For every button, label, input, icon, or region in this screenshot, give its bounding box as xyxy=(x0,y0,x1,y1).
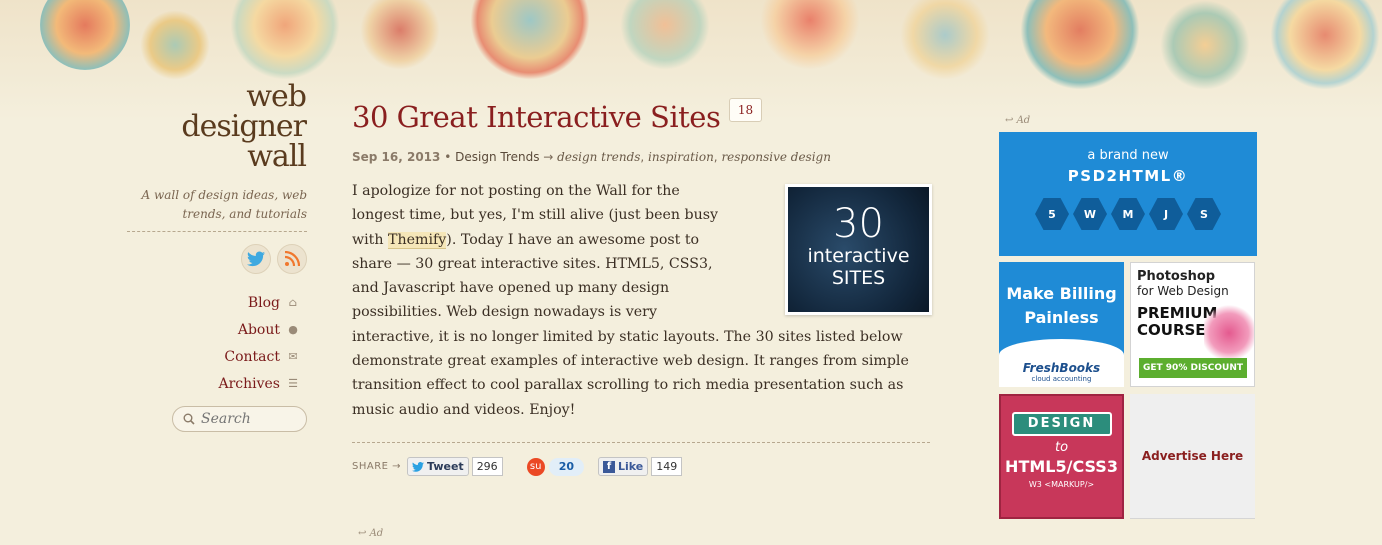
ad-marker-label: Ad xyxy=(1016,115,1031,126)
site-tagline: A wall of design ideas, web trends, and … xyxy=(141,188,308,221)
twitter-bird-icon xyxy=(247,251,265,267)
logo-line: designer xyxy=(181,109,307,144)
advertise-here-link[interactable]: Advertise Here xyxy=(1130,394,1255,519)
tweet-label: Tweet xyxy=(427,460,464,473)
ad-line: Painless xyxy=(1024,308,1099,327)
list-icon: ☰ xyxy=(288,377,298,390)
shopify-icon: S xyxy=(1187,198,1221,230)
comment-count[interactable]: 18 xyxy=(729,98,762,122)
post-meta: Sep 16, 2013 • Design Trends → design tr… xyxy=(352,150,831,164)
social-links xyxy=(241,244,307,274)
nav-item-blog[interactable]: Blog ⌂ xyxy=(218,289,300,316)
html5-icon: 5 xyxy=(1035,198,1069,230)
ad-photoshop-course[interactable]: Photoshop for Web Design PREMIUM COURSE … xyxy=(1130,262,1255,387)
share-label: SHARE → xyxy=(352,461,402,472)
nav-label: Blog xyxy=(247,294,280,311)
user-icon: ● xyxy=(288,323,298,336)
twitter-button[interactable] xyxy=(241,244,271,274)
ad-psd2html[interactable]: a brand new PSD2HTML® 5 W M J S xyxy=(999,132,1257,256)
ad-line: Make Billing xyxy=(1006,284,1117,303)
logo-line: web xyxy=(246,79,307,114)
search-icon xyxy=(183,413,195,425)
rss-button[interactable] xyxy=(277,244,307,274)
ad-freshbooks[interactable]: Make Billing Painless FreshBooks cloud a… xyxy=(999,262,1124,387)
facebook-icon: f xyxy=(603,460,615,473)
rss-icon xyxy=(284,251,300,267)
joomla-icon: J xyxy=(1149,198,1183,230)
site-logo[interactable]: web designer wall xyxy=(181,79,307,174)
nav-label: About xyxy=(237,321,280,338)
nav-item-about[interactable]: About ● xyxy=(218,316,300,343)
ad-design-to-html[interactable]: DESIGN to HTML5/CSS3 W3 <MARKUP/> xyxy=(999,394,1124,519)
ad-marker: ↩ Ad xyxy=(358,528,384,539)
like-count: 149 xyxy=(651,457,683,476)
like-label: Like xyxy=(618,460,644,473)
stumbleupon-icon[interactable]: su xyxy=(526,457,545,476)
post-category[interactable]: Design Trends xyxy=(455,150,539,164)
ad-line: COURSE xyxy=(1137,321,1206,339)
envelope-icon: ✉ xyxy=(288,350,298,363)
themify-link[interactable]: Themify xyxy=(388,231,447,249)
post-title[interactable]: 30 Great Interactive Sites xyxy=(352,100,721,134)
ad-marker: ↩ Ad xyxy=(1005,115,1031,126)
sidebar-divider xyxy=(127,231,307,232)
ad-line: HTML5/CSS3 xyxy=(1005,457,1118,476)
post-divider xyxy=(352,442,930,443)
thumb-word: interactive xyxy=(807,245,910,267)
ad-line: W3 <MARKUP/> xyxy=(1028,480,1095,489)
search-input[interactable] xyxy=(201,411,301,427)
ad-line: for Web Design xyxy=(1137,284,1229,298)
post-thumbnail[interactable]: 30 interactive SITES xyxy=(785,184,932,315)
ad-ribbon: DESIGN xyxy=(1011,412,1112,436)
thumb-word: SITES xyxy=(831,267,886,289)
ad-line: to xyxy=(1054,440,1069,455)
arrow-icon: → xyxy=(543,150,558,164)
post-tag[interactable]: inspiration xyxy=(648,150,714,164)
tweet-count: 296 xyxy=(471,457,503,476)
wordpress-icon: W xyxy=(1073,198,1107,230)
main-nav: Blog ⌂ About ● Contact ✉ Archives ☰ xyxy=(218,289,300,397)
magento-icon: M xyxy=(1111,198,1145,230)
nav-label: Archives xyxy=(218,375,280,392)
ad-headline: Make Billing Painless xyxy=(999,282,1124,330)
thumb-number: 30 xyxy=(833,201,884,247)
ad-line: Photoshop xyxy=(1137,269,1216,284)
nav-label: Contact xyxy=(224,348,280,365)
ad-brand: PSD2HTML® xyxy=(1067,167,1189,185)
post-tag[interactable]: responsive design xyxy=(721,150,831,164)
stumbleupon-count[interactable]: 20 xyxy=(548,457,584,476)
discount-button[interactable]: GET 90% DISCOUNT xyxy=(1139,358,1247,378)
search-box xyxy=(172,406,307,432)
logo-line: wall xyxy=(247,139,307,174)
freshbooks-tagline: cloud accounting xyxy=(1031,375,1092,383)
post-date: Sep 16, 2013 xyxy=(352,150,441,164)
ad-subtitle: a brand new xyxy=(1087,148,1169,163)
nav-item-contact[interactable]: Contact ✉ xyxy=(218,343,300,370)
twitter-bird-icon xyxy=(412,461,425,472)
nav-item-archives[interactable]: Archives ☰ xyxy=(218,370,300,397)
separator: , xyxy=(640,150,649,164)
post-tag[interactable]: design trends xyxy=(557,150,640,164)
ad-marker-label: Ad xyxy=(369,528,384,539)
hex-icons: 5 W M J S xyxy=(999,197,1257,231)
tweet-button[interactable]: Tweet xyxy=(407,457,469,476)
share-bar: SHARE → Tweet 296 su 20 f Like 149 xyxy=(352,457,683,476)
paint-splash xyxy=(1204,303,1254,363)
facebook-like-button[interactable]: f Like xyxy=(598,457,649,476)
freshbooks-logo: FreshBooks xyxy=(1022,361,1101,375)
home-icon: ⌂ xyxy=(288,296,298,309)
thumbnail-art: 30 interactive SITES xyxy=(788,187,929,312)
separator: • xyxy=(444,150,456,164)
